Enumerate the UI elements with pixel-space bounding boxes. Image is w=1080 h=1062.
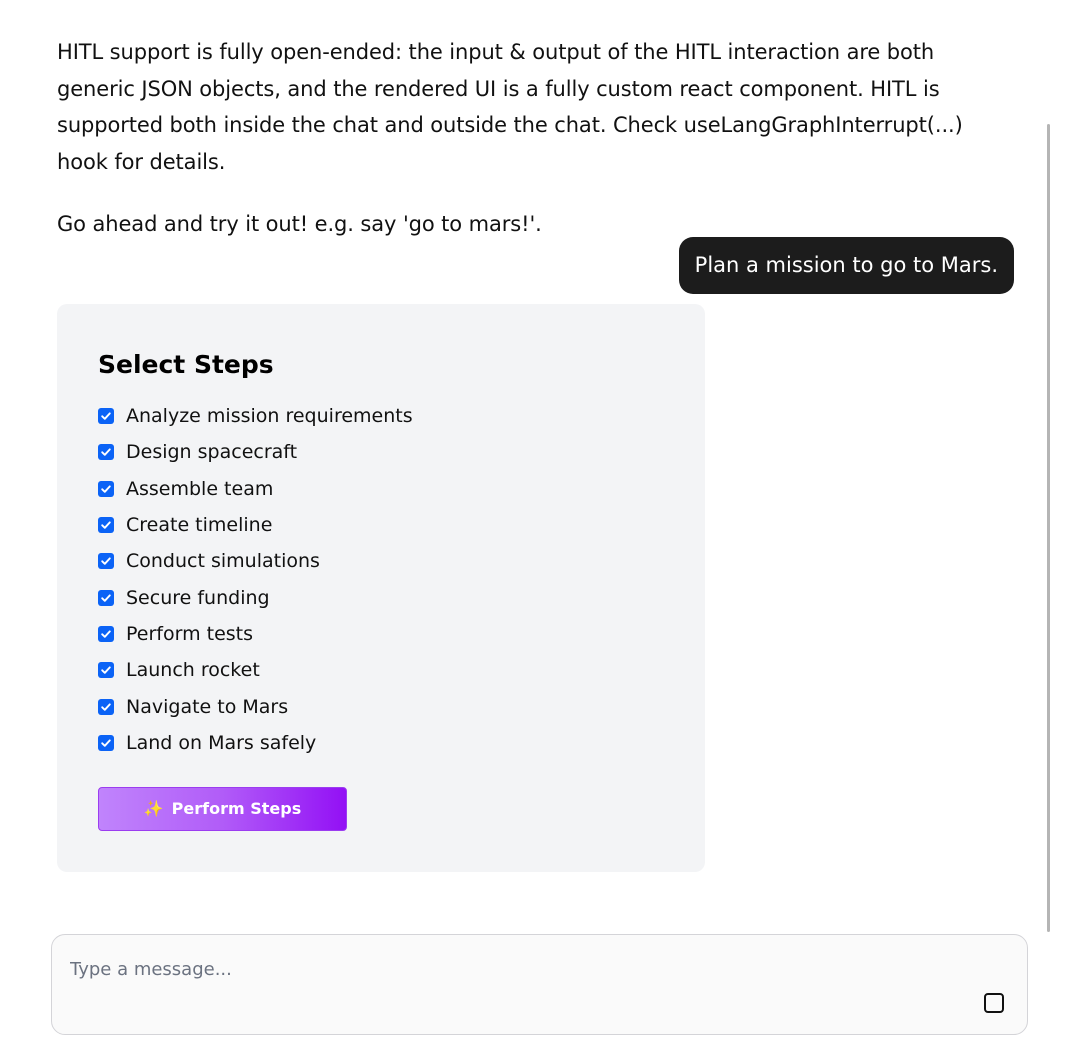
checkbox-checked[interactable]	[98, 480, 114, 497]
step-label: Secure funding	[126, 586, 270, 609]
step-label: Analyze mission requirements	[126, 405, 413, 428]
checkbox-checked[interactable]	[98, 734, 114, 751]
perform-steps-button[interactable]: ✨ Perform Steps	[98, 786, 347, 831]
step-item[interactable]: Conduct simulations	[98, 543, 664, 579]
step-item[interactable]: Create timeline	[98, 507, 664, 543]
checkbox-checked[interactable]	[98, 408, 114, 425]
message-composer	[51, 934, 1028, 1035]
check-icon	[101, 521, 111, 529]
step-list: Analyze mission requirements Design spac…	[98, 398, 664, 761]
user-message-bubble: Plan a mission to go to Mars.	[678, 237, 1014, 294]
sparkles-icon: ✨	[143, 799, 164, 819]
step-label: Conduct simulations	[126, 550, 320, 573]
step-item[interactable]: Secure funding	[98, 579, 664, 615]
check-icon	[101, 702, 111, 711]
select-steps-card: Select Steps Analyze mission requirement…	[57, 304, 705, 872]
check-icon	[101, 739, 111, 747]
step-item[interactable]: Assemble team	[98, 471, 664, 507]
step-item[interactable]: Land on Mars safely	[98, 725, 664, 761]
checkbox-checked[interactable]	[98, 517, 114, 534]
step-label: Design spacecraft	[126, 441, 298, 464]
step-label: Land on Mars safely	[126, 731, 317, 754]
check-icon	[101, 594, 111, 602]
stop-icon[interactable]	[984, 993, 1004, 1013]
scrollbar[interactable]	[1047, 124, 1050, 932]
checkbox-checked[interactable]	[98, 662, 114, 679]
checkbox-checked[interactable]	[98, 589, 114, 606]
step-label: Perform tests	[126, 622, 254, 645]
checkbox-checked[interactable]	[98, 553, 114, 570]
checkbox-checked[interactable]	[98, 625, 114, 642]
check-icon	[101, 666, 111, 674]
checkbox-checked[interactable]	[98, 444, 114, 461]
check-icon	[101, 412, 111, 420]
step-item[interactable]: Design spacecraft	[98, 434, 664, 470]
check-icon	[101, 630, 111, 638]
step-item[interactable]: Navigate to Mars	[98, 688, 664, 724]
steps-title: Select Steps	[98, 350, 274, 379]
assistant-paragraph: HITL support is fully open-ended: the in…	[57, 40, 963, 174]
step-label: Navigate to Mars	[126, 695, 289, 718]
step-label: Create timeline	[126, 514, 273, 537]
perform-steps-label: Perform Steps	[171, 799, 302, 819]
step-label: Assemble team	[126, 477, 274, 500]
step-item[interactable]: Perform tests	[98, 616, 664, 652]
assistant-message: HITL support is fully open-ended: the in…	[57, 34, 1007, 243]
message-input[interactable]	[70, 955, 950, 983]
check-icon	[101, 557, 111, 566]
checkbox-checked[interactable]	[98, 698, 114, 715]
check-icon	[101, 485, 111, 493]
check-icon	[101, 448, 111, 457]
step-label: Launch rocket	[126, 659, 260, 682]
step-item[interactable]: Analyze mission requirements	[98, 398, 664, 434]
step-item[interactable]: Launch rocket	[98, 652, 664, 688]
chat-page: HITL support is fully open-ended: the in…	[0, 0, 1080, 1062]
